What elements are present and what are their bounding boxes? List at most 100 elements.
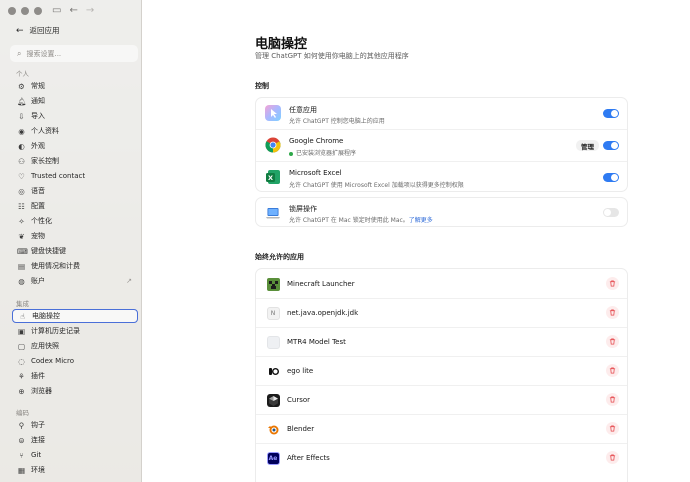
- sliders-icon: ☷: [18, 201, 25, 211]
- maximize-window-button[interactable]: [34, 7, 42, 15]
- sidebar-item-computer-history[interactable]: ▣ 计算机历史记录: [12, 324, 138, 338]
- search-icon: ⌕: [17, 48, 22, 58]
- sidebar-item-profile[interactable]: ◉ 个人资料: [12, 124, 138, 138]
- voice-icon: ◎: [18, 186, 25, 196]
- sidebar-item-environment[interactable]: ▦ 环境: [12, 463, 138, 477]
- sidebar-item-connections[interactable]: ⊜ 连接: [12, 433, 138, 447]
- sidebar-item-notifications[interactable]: 🔔︎ 通知: [12, 94, 138, 108]
- sidebar-item-hooks[interactable]: ⚲ 钩子: [12, 418, 138, 432]
- chrome-manage-button[interactable]: 管理: [576, 140, 599, 151]
- minimize-window-button[interactable]: [21, 7, 29, 15]
- environment-icon: ▦: [17, 465, 26, 475]
- ego-icon: [265, 363, 281, 379]
- back-label: 返回应用: [29, 26, 60, 35]
- remove-app-button[interactable]: [606, 422, 619, 435]
- sidebar-item-configuration[interactable]: ☷ 配置: [12, 199, 138, 213]
- java-icon: N: [265, 305, 281, 321]
- sidebar-item-trusted-contact[interactable]: ♡ Trusted contact: [12, 169, 138, 183]
- remove-app-button[interactable]: [606, 306, 619, 319]
- sidebar-item-usage-billing[interactable]: ▤ 使用情况和计费: [12, 259, 138, 273]
- sidebar-item-general[interactable]: ⚙ 常规: [12, 79, 138, 93]
- allowed-app-row: MTR4 Model Test: [256, 327, 627, 356]
- trusted-contact-icon: ♡: [18, 171, 25, 181]
- forward-arrow-icon[interactable]: →: [86, 4, 94, 18]
- sidebar-item-personalization[interactable]: ✧ 个性化: [12, 214, 138, 228]
- sidebar-item-parental-control[interactable]: ⚇ 家长控制: [12, 154, 138, 168]
- excel-toggle[interactable]: [603, 173, 619, 182]
- import-icon: ⇩: [18, 111, 25, 121]
- remove-app-button[interactable]: [606, 393, 619, 406]
- usage-icon: ▤: [17, 261, 26, 271]
- chrome-desc: 已安装浏览器扩展程序: [289, 148, 356, 157]
- lock-screen-card: 锁屏操作 允许 ChatGPT 在 Mac 锁定时使用此 Mac。了解更多: [255, 197, 628, 227]
- sidebar-item-app-snapshot[interactable]: ▢ 应用快照: [12, 339, 138, 353]
- sidebar: ▭ ← → ← 返回应用 ⌕ 搜索设置... 个人 ⚙ 常规 🔔︎ 通知 ⇩ 导入 ◉…: [0, 0, 142, 482]
- main-content: 电脑操控 管理 ChatGPT 如何使用你电脑上的其他应用程序 控制 任意应用 …: [143, 0, 690, 482]
- page-subtitle: 管理 ChatGPT 如何使用你电脑上的其他应用程序: [255, 52, 409, 60]
- sidebar-item-import[interactable]: ⇩ 导入: [12, 109, 138, 123]
- control-row-lock-screen: 锁屏操作 允许 ChatGPT 在 Mac 锁定时使用此 Mac。了解更多: [256, 198, 627, 228]
- lock-screen-toggle[interactable]: [603, 208, 619, 217]
- sidebar-item-git[interactable]: ⑂ Git: [12, 448, 138, 462]
- git-icon: ⑂: [19, 450, 24, 460]
- lock-screen-desc: 允许 ChatGPT 在 Mac 锁定时使用此 Mac。了解更多: [289, 217, 433, 224]
- allowed-app-row: N net.java.openjdk.jdk: [256, 298, 627, 327]
- control-card: 任意应用 允许 ChatGPT 控制您电脑上的应用 Google Chrome …: [255, 97, 628, 192]
- close-window-button[interactable]: [8, 7, 16, 15]
- excel-icon: X: [265, 169, 281, 185]
- allowed-apps-card: Minecraft Launcher N net.java.openjdk.jd…: [255, 268, 628, 482]
- control-row-excel: X Microsoft Excel 允许 ChatGPT 使用 Microsof…: [256, 162, 627, 193]
- sidebar-item-voice[interactable]: ◎ 语音: [12, 184, 138, 198]
- browser-icon: ⊕: [18, 386, 25, 396]
- mtr4-icon: [265, 334, 281, 350]
- allowed-app-row: Ae After Effects: [256, 443, 627, 472]
- remove-app-button[interactable]: [606, 364, 619, 377]
- sidebar-toggle-icon[interactable]: ▭: [52, 4, 61, 18]
- sidebar-item-appearance[interactable]: ◐ 外观: [12, 139, 138, 153]
- appearance-icon: ◐: [18, 141, 25, 151]
- laptop-icon: [265, 205, 281, 221]
- sidebar-item-browser[interactable]: ⊕ 浏览器: [12, 384, 138, 398]
- personalization-icon: ✧: [18, 216, 25, 226]
- parental-control-icon: ⚇: [18, 156, 25, 166]
- trash-icon: [609, 396, 616, 403]
- lock-screen-name: 锁屏操作: [289, 205, 317, 213]
- trash-icon: [609, 425, 616, 432]
- remove-app-button[interactable]: [606, 335, 619, 348]
- any-app-toggle[interactable]: [603, 109, 619, 118]
- learn-more-link[interactable]: 了解更多: [409, 217, 433, 224]
- trash-icon: [609, 367, 616, 374]
- sidebar-item-plugins[interactable]: ⚘ 插件: [12, 369, 138, 383]
- sidebar-item-codex-micro[interactable]: ◌ Codex Micro: [12, 354, 138, 368]
- status-dot-icon: [289, 151, 293, 156]
- window-controls: [8, 7, 42, 15]
- external-link-icon: ↗: [126, 277, 132, 285]
- control-section-header: 控制: [255, 82, 269, 90]
- back-to-app-button[interactable]: ← 返回应用: [16, 25, 60, 36]
- sidebar-item-pet[interactable]: ❦ 宠物: [12, 229, 138, 243]
- minecraft-icon: [265, 276, 281, 292]
- keyboard-icon: ⌨: [17, 246, 28, 256]
- remove-app-button[interactable]: [606, 451, 619, 464]
- search-placeholder: 搜索设置...: [26, 49, 62, 58]
- section-label-personal: 个人: [16, 70, 29, 78]
- person-icon: ◉: [18, 126, 25, 136]
- chrome-icon: [265, 137, 281, 153]
- chrome-toggle[interactable]: [603, 141, 619, 150]
- allowed-app-row: Cursor: [256, 385, 627, 414]
- sidebar-item-computer-control[interactable]: ☝ 电脑操控: [12, 309, 138, 323]
- sidebar-item-keyboard-shortcuts[interactable]: ⌨ 键盘快捷键: [12, 244, 138, 258]
- codex-icon: ◌: [18, 356, 25, 366]
- computer-control-icon: ☝: [20, 311, 25, 321]
- back-arrow-icon[interactable]: ←: [69, 4, 77, 18]
- trash-icon: [609, 280, 616, 287]
- svg-text:X: X: [268, 174, 273, 182]
- plugin-icon: ⚘: [18, 371, 25, 381]
- bell-icon: 🔔︎: [17, 96, 27, 106]
- remove-app-button[interactable]: [606, 277, 619, 290]
- history-icon: ▣: [17, 326, 26, 336]
- settings-search-input[interactable]: ⌕ 搜索设置...: [10, 45, 138, 62]
- control-row-chrome: Google Chrome 已安装浏览器扩展程序 管理: [256, 130, 627, 161]
- sidebar-item-account[interactable]: ◍ 账户 ↗: [12, 274, 138, 288]
- section-label-integrations: 集成: [16, 300, 29, 308]
